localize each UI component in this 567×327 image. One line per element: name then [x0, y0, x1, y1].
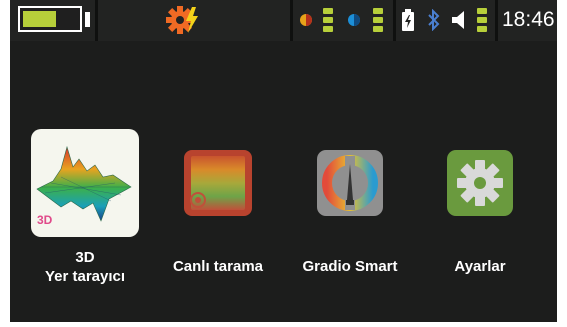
- contrast-icon[interactable]: [347, 13, 361, 27]
- volume-icon[interactable]: [451, 10, 467, 30]
- battery-tip: [85, 12, 90, 27]
- live-scan-icon: [184, 150, 252, 216]
- settings-warning-icon[interactable]: [165, 5, 201, 35]
- app-label: Canlı tarama: [172, 258, 264, 275]
- battery-icon: [18, 6, 82, 32]
- 3d-badge: 3D: [37, 213, 53, 227]
- power-source-icon: [402, 9, 414, 31]
- app-label: Gradio Smart: [302, 258, 398, 275]
- brightness-level-indicator: [323, 8, 333, 32]
- app-label-line1: 3D: [75, 249, 95, 266]
- bluetooth-icon[interactable]: [427, 9, 441, 31]
- battery-level-fill: [23, 11, 56, 27]
- 3d-terrain-icon: 3D: [31, 129, 139, 237]
- status-divider: [495, 0, 498, 41]
- volume-level-indicator: [477, 8, 487, 32]
- contrast-level-indicator: [373, 8, 383, 32]
- status-divider: [393, 0, 396, 41]
- status-divider: [95, 0, 98, 41]
- status-divider: [290, 0, 293, 41]
- clock: 18:46: [502, 8, 555, 31]
- brightness-icon[interactable]: [299, 13, 313, 27]
- device-screen: 18:46 3D 3D Yer tarayıcı Canlı tarama Gr…: [10, 0, 557, 322]
- app-label: Ayarlar: [454, 258, 506, 275]
- gear-icon: [447, 150, 513, 216]
- app-label-line2: Yer tarayıcı: [44, 268, 126, 285]
- status-bar: 18:46: [10, 0, 557, 41]
- gradio-dial-icon: [317, 150, 383, 216]
